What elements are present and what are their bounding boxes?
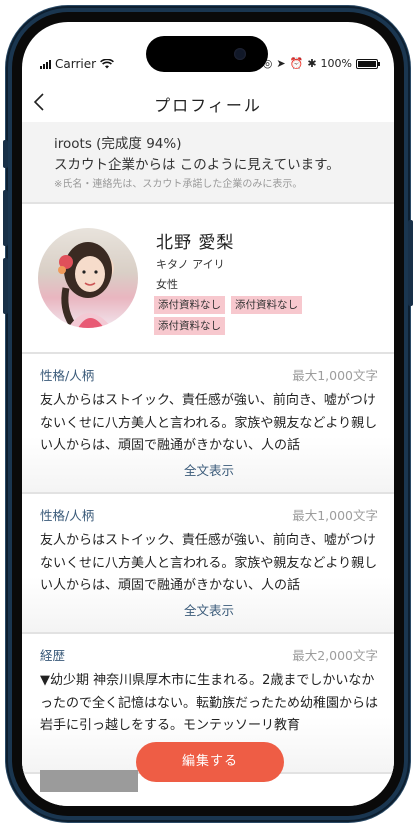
nav-bar: プロフィール: [22, 82, 394, 122]
location-icon: ➤: [276, 57, 286, 70]
avatar: [38, 228, 138, 328]
show-all-link[interactable]: 全文表示: [40, 600, 378, 619]
edit-button[interactable]: 編集する: [136, 742, 284, 782]
section-body: 友人からはストイック、責任感が強い、前向き、嘘がつけないくせに八方美人と言われる…: [40, 393, 378, 453]
profile-kana: キタノ アイリ: [156, 258, 225, 271]
section-personality: 性格/人柄 最大1,000文字 友人からはストイック、責任感が強い、前向き、嘘が…: [22, 354, 394, 494]
profile-card: 北野 愛梨 キタノ アイリ 女性 添付資料なし 添付資料なし 添付資料なし: [22, 204, 394, 354]
bluetooth-icon: ✱: [307, 57, 317, 70]
section-label: 性格/人柄: [40, 368, 95, 383]
battery-fill: [358, 60, 376, 67]
section-max-length: 最大1,000文字: [292, 508, 378, 523]
carrier-label: Carrier: [55, 57, 97, 71]
page-title: プロフィール: [154, 96, 262, 115]
status-left: Carrier: [40, 57, 114, 71]
visibility-description: スカウト企業からは このように見えています。: [54, 157, 340, 173]
section-label: 性格/人柄: [40, 508, 95, 523]
attachment-tag: 添付資料なし: [231, 296, 302, 314]
status-right: ◎ ➤ ⏰ ✱ 100%: [263, 57, 380, 70]
screen: Carrier ◎ ➤ ⏰ ✱ 100% プロフィール iroots (完成度 …: [22, 22, 394, 806]
visibility-note: ※氏名・連絡先は、スカウト承諾した企業のみに表示。: [54, 179, 303, 190]
attachment-tag: 添付資料なし: [154, 296, 225, 314]
section-header: 性格/人柄 最大1,000文字: [40, 366, 378, 386]
wifi-icon: [100, 59, 114, 69]
profile-scroll[interactable]: iroots (完成度 94%) スカウト企業からは このように見えています。 …: [22, 122, 394, 806]
attachment-tag: 添付資料なし: [154, 317, 225, 335]
volume-up-button: [3, 190, 8, 246]
section-label: 経歴: [40, 648, 66, 663]
completion-text: iroots (完成度 94%): [54, 136, 182, 152]
signal-icon: [40, 59, 51, 69]
silent-switch: [3, 140, 8, 168]
battery-percent: 100%: [320, 57, 352, 70]
avatar-photo: [58, 242, 112, 328]
profile-gender: 女性: [156, 278, 178, 291]
section-personality-2: 性格/人柄 最大1,000文字 友人からはストイック、責任感が強い、前向き、嘘が…: [22, 494, 394, 634]
section-header: 性格/人柄 最大1,000文字: [40, 506, 378, 526]
battery-icon: [356, 58, 380, 69]
section-body: ▼幼少期 神奈川県厚木市に生まれる。2歳までしかいなかったので全く記憶はない。転…: [40, 673, 378, 733]
gray-placeholder-bar: [40, 770, 138, 792]
camera-icon: [234, 48, 246, 60]
power-button: [408, 220, 413, 306]
section-max-length: 最大2,000文字: [292, 648, 378, 663]
section-max-length: 最大1,000文字: [292, 368, 378, 383]
alarm-icon: ⏰: [289, 57, 304, 70]
section-header: 経歴 最大2,000文字: [40, 646, 378, 666]
profile-name: 北野 愛梨: [156, 233, 235, 253]
section-body: 友人からはストイック、責任感が強い、前向き、嘘がつけないくせに八方美人と言われる…: [40, 533, 378, 593]
volume-down-button: [3, 258, 8, 314]
attachment-tags: 添付資料なし 添付資料なし 添付資料なし: [154, 296, 354, 335]
show-all-link[interactable]: 全文表示: [40, 460, 378, 479]
dynamic-island: [146, 36, 268, 72]
visibility-summary: iroots (完成度 94%) スカウト企業からは このように見えています。 …: [22, 122, 394, 204]
